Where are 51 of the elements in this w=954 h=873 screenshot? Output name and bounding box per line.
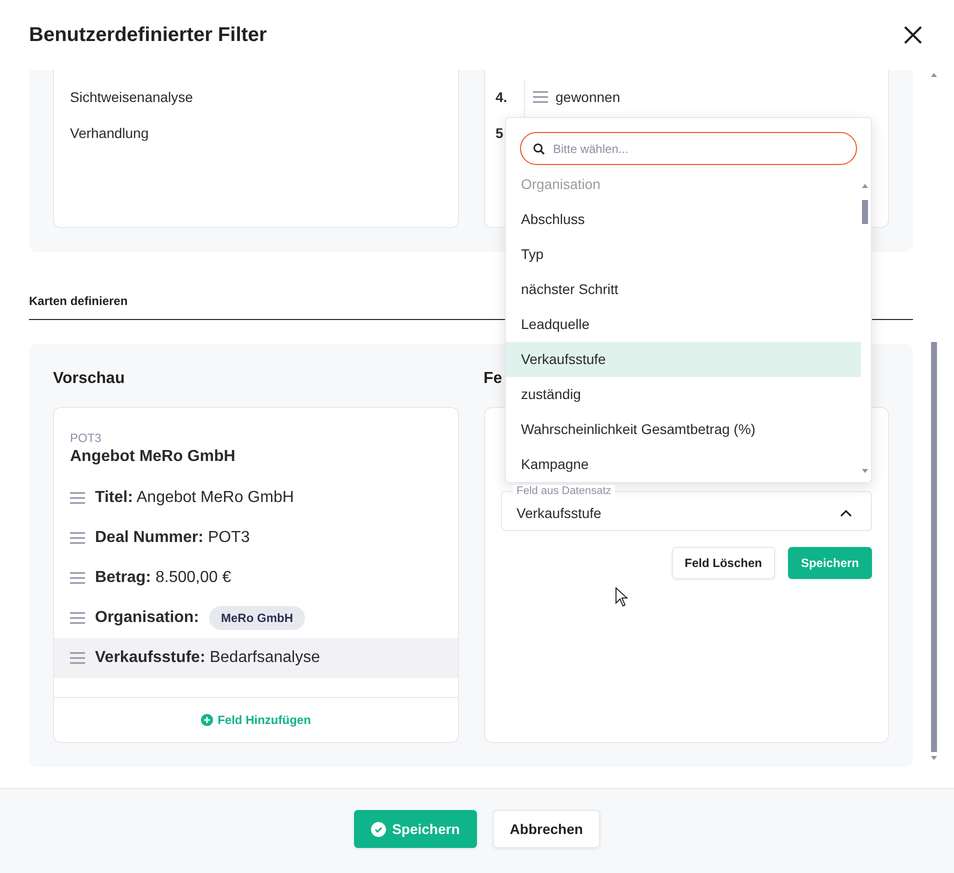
- stage-label: gewonnen: [556, 89, 620, 105]
- stage-item[interactable]: Verhandlung: [54, 115, 458, 151]
- field-row[interactable]: Deal Nummer: POT3: [54, 518, 458, 558]
- drag-handle-icon[interactable]: [70, 572, 85, 584]
- drag-handle-icon[interactable]: [70, 492, 85, 504]
- drag-handle-icon[interactable]: [70, 652, 85, 664]
- dropdown-option[interactable]: Abschluss: [506, 202, 861, 237]
- dialog-title: Benutzerdefinierter Filter: [29, 24, 267, 46]
- scrollbar-thumb[interactable]: [862, 200, 868, 224]
- dropdown-option[interactable]: Verkaufsstufe: [506, 342, 861, 377]
- section-title: Karten definieren: [29, 294, 128, 308]
- record-code: POT3: [69, 430, 102, 446]
- dropdown-option[interactable]: Wahrscheinlichkeit Gesamtbetrag (%): [506, 412, 861, 447]
- search-icon: [533, 143, 545, 155]
- plus-circle-icon: [200, 714, 213, 726]
- drag-handle-icon[interactable]: [532, 91, 548, 103]
- check-circle-icon: [371, 822, 386, 836]
- field-row[interactable]: Organisation: MeRo GmbH: [54, 598, 458, 638]
- drag-handle-icon[interactable]: [70, 532, 85, 544]
- close-button[interactable]: [902, 24, 924, 46]
- dropdown-option[interactable]: Typ: [506, 237, 861, 272]
- scroll-up-icon[interactable]: [931, 73, 937, 77]
- chevron-icon: [840, 509, 852, 517]
- field-row[interactable]: Titel: Angebot MeRo GmbH: [54, 478, 458, 518]
- editor-heading: Fe: [484, 369, 504, 389]
- drag-handle-icon[interactable]: [70, 612, 85, 624]
- cursor-icon: [615, 587, 628, 607]
- dropdown-option[interactable]: nächster Schritt: [506, 272, 861, 307]
- dropdown-option[interactable]: Leadquelle: [506, 307, 861, 342]
- scroll-down-icon[interactable]: [862, 469, 868, 473]
- field-text: Titel: Angebot MeRo GmbH: [95, 489, 294, 507]
- cancel-button[interactable]: Abbrechen: [492, 810, 600, 848]
- dropdown-option[interactable]: Kampagne: [506, 447, 861, 482]
- field-text: Verkaufsstufe: Bedarfsanalyse: [95, 649, 320, 667]
- delete-field-button[interactable]: Feld Löschen: [672, 547, 775, 579]
- field-row[interactable]: Betrag: 8.500,00 €: [54, 558, 458, 598]
- scrollbar-thumb[interactable]: [931, 342, 937, 752]
- stage-item[interactable]: Sichtweisenanalyse: [54, 79, 458, 115]
- field-row[interactable]: Verkaufsstufe: Bedarfsanalyse: [54, 638, 458, 678]
- field-label: Organisation:: [95, 609, 200, 627]
- dropdown-option[interactable]: zuständig: [506, 377, 861, 412]
- scroll-down-icon[interactable]: [931, 756, 937, 760]
- scroll-up-icon[interactable]: [862, 184, 868, 188]
- field-text: Betrag: 8.500,00 €: [95, 569, 232, 587]
- organisation-tag: MeRo GmbH: [209, 606, 306, 630]
- record-title: Angebot MeRo GmbH: [69, 447, 236, 467]
- search-field[interactable]: Bitte wählen...: [520, 132, 857, 165]
- record-field-select[interactable]: Feld aus Datensatz Verkaufsstufe: [500, 485, 872, 531]
- order-number: 4.: [484, 79, 524, 115]
- preview-heading: Vorschau: [53, 369, 126, 389]
- field-text: Deal Nummer: POT3: [95, 529, 250, 547]
